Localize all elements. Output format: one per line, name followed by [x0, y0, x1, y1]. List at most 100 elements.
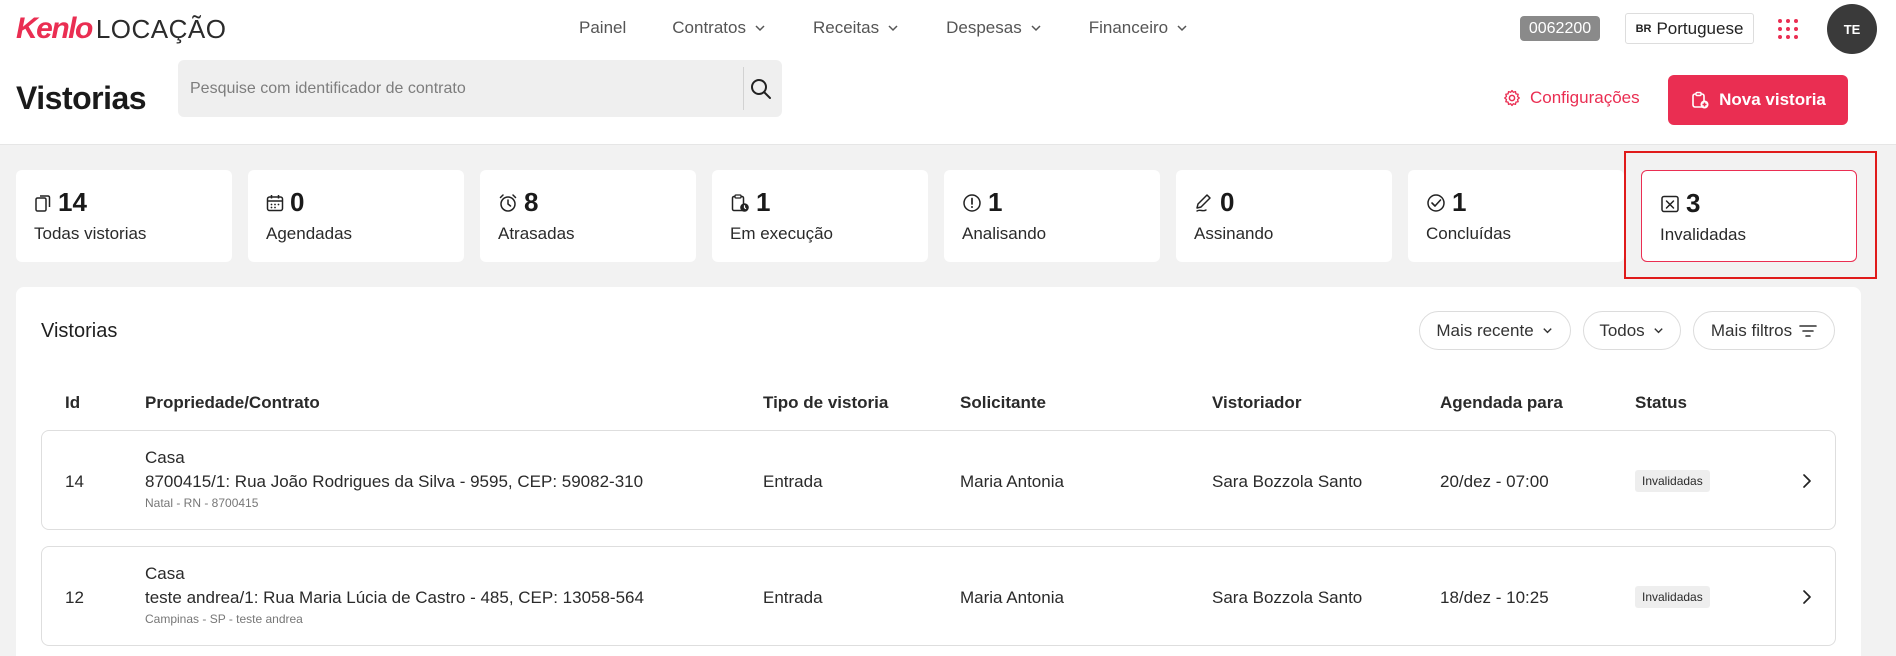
row-scheduled: 20/dez - 07:00	[1440, 472, 1549, 491]
stat-label: Assinando	[1194, 224, 1274, 243]
sort-label: Mais recente	[1436, 320, 1534, 340]
column-header-id: Id	[65, 393, 81, 412]
stat-count: 1	[756, 187, 771, 217]
nav-item-financeiro[interactable]: Financeiro	[1089, 18, 1189, 38]
row-requester: Maria Antonia	[960, 588, 1064, 607]
column-header-scheduled: Agendada para	[1440, 393, 1563, 412]
stat-card-analisando[interactable]: 1 Analisando	[944, 170, 1160, 262]
logo-suffix: LOCAÇÃO	[95, 14, 227, 44]
row-property-type: Casa	[145, 448, 185, 467]
avatar[interactable]: TE	[1827, 4, 1877, 54]
status-dropdown[interactable]: Todos	[1583, 311, 1681, 350]
more-filters-label: Mais filtros	[1710, 320, 1793, 340]
stat-count: 0	[1220, 187, 1235, 217]
status-badge: Invalidadas	[1635, 470, 1710, 492]
clipboards-icon	[35, 194, 51, 212]
stat-label: Atrasadas	[498, 224, 575, 243]
row-location: Campinas - SP - teste andrea	[145, 612, 303, 626]
stat-card-assinando[interactable]: 0 Assinando	[1176, 170, 1392, 262]
nav-item-despesas[interactable]: Despesas	[946, 18, 1043, 38]
stat-label: Agendadas	[266, 224, 353, 243]
chevron-right-icon[interactable]	[1799, 472, 1815, 490]
account-code-badge[interactable]: 0062200	[1520, 16, 1600, 41]
row-address: teste andrea/1: Rua Maria Lúcia de Castr…	[145, 588, 644, 607]
logo-brand: Kenlo	[16, 12, 93, 45]
column-header-requester: Solicitante	[960, 393, 1046, 412]
stat-count: 8	[524, 187, 539, 217]
chevron-down-icon	[1653, 328, 1663, 334]
stat-label: Em execução	[730, 224, 833, 243]
sort-dropdown[interactable]: Mais recente	[1419, 311, 1571, 350]
table-row[interactable]: 14 Casa 8700415/1: Rua João Rodrigues da…	[41, 430, 1836, 530]
calendar-icon	[266, 194, 284, 211]
alarm-clock-icon	[499, 193, 517, 212]
top-bar: Kenlo LOCAÇÃO Painel Contratos Receitas …	[0, 0, 1896, 145]
stat-label: Analisando	[962, 224, 1047, 243]
stat-count: 1	[1452, 187, 1467, 217]
stat-card-concluidas[interactable]: 1 Concluídas	[1408, 170, 1624, 262]
row-type: Entrada	[763, 588, 823, 607]
kenlo-logo[interactable]: Kenlo LOCAÇÃO	[16, 12, 227, 46]
stat-card-agendadas[interactable]: 0 Agendadas	[248, 170, 464, 262]
nav-label: Financeiro	[1088, 18, 1169, 37]
stat-count: 0	[290, 187, 305, 217]
nav-label: Contratos	[672, 18, 746, 37]
new-inspection-button[interactable]: Nova vistoria	[1668, 75, 1848, 125]
nav-item-painel[interactable]: Painel	[579, 18, 626, 38]
search-box	[178, 60, 782, 117]
row-inspector: Sara Bozzola Santo	[1212, 472, 1363, 491]
gear-icon	[1504, 89, 1520, 107]
row-address: 8700415/1: Rua João Rodrigues da Silva -…	[145, 472, 644, 491]
status-filter-label: Todos	[1599, 320, 1645, 340]
selection-highlight	[1624, 151, 1877, 279]
pen-icon	[1196, 193, 1211, 212]
table-row[interactable]: 12 Casa teste andrea/1: Rua Maria Lúcia …	[41, 546, 1836, 646]
language-flag: BR	[1635, 22, 1652, 35]
row-id: 12	[65, 588, 84, 607]
column-header-type: Tipo de vistoria	[763, 393, 889, 412]
inspections-panel: Vistorias Mais recente Todos Mais filtro…	[16, 287, 1861, 656]
chevron-down-icon	[1031, 25, 1041, 32]
language-label: Portuguese	[1656, 18, 1744, 38]
chevron-down-icon	[1542, 328, 1552, 334]
clipboard-clock-icon	[731, 193, 749, 212]
stat-count: 14	[58, 187, 87, 217]
column-header-property: Propriedade/Contrato	[145, 393, 320, 412]
page-title: Vistorias	[16, 80, 147, 116]
row-requester: Maria Antonia	[960, 472, 1064, 491]
row-property-type: Casa	[145, 564, 185, 583]
main-nav: Painel Contratos Receitas Despesas Finan…	[579, 16, 1235, 40]
language-selector[interactable]: BR Portuguese	[1625, 13, 1754, 44]
chevron-down-icon	[755, 25, 765, 32]
stat-card-atrasadas[interactable]: 8 Atrasadas	[480, 170, 696, 262]
nav-item-contratos[interactable]: Contratos	[672, 18, 767, 38]
settings-link[interactable]: Configurações	[1503, 88, 1640, 108]
stat-count: 1	[988, 187, 1003, 217]
row-type: Entrada	[763, 472, 823, 491]
check-circle-icon	[1427, 193, 1445, 212]
search-icon[interactable]	[749, 77, 773, 101]
new-inspection-label: Nova vistoria	[1719, 90, 1826, 109]
row-scheduled: 18/dez - 10:25	[1440, 588, 1549, 607]
panel-title: Vistorias	[41, 320, 118, 342]
row-id: 14	[65, 472, 84, 491]
search-input[interactable]	[178, 60, 743, 117]
clipboard-plus-icon	[1692, 91, 1709, 109]
search-divider	[743, 67, 744, 110]
chevron-down-icon	[1177, 25, 1187, 32]
grid-dots-icon[interactable]	[1778, 19, 1798, 39]
column-header-status: Status	[1635, 393, 1687, 412]
row-location: Natal - RN - 8700415	[145, 496, 259, 510]
filter-icon	[1799, 324, 1817, 337]
stat-label: Todas vistorias	[34, 224, 147, 243]
nav-label: Receitas	[812, 18, 880, 37]
nav-item-receitas[interactable]: Receitas	[813, 18, 900, 38]
nav-label: Despesas	[946, 18, 1022, 37]
nav-label: Painel	[579, 18, 627, 37]
stat-card-em-execucao[interactable]: 1 Em execução	[712, 170, 928, 262]
more-filters-button[interactable]: Mais filtros	[1693, 311, 1835, 350]
chevron-down-icon	[888, 25, 898, 32]
stat-card-todas[interactable]: 14 Todas vistorias	[16, 170, 232, 262]
status-badge: Invalidadas	[1635, 586, 1710, 608]
chevron-right-icon[interactable]	[1799, 588, 1815, 606]
